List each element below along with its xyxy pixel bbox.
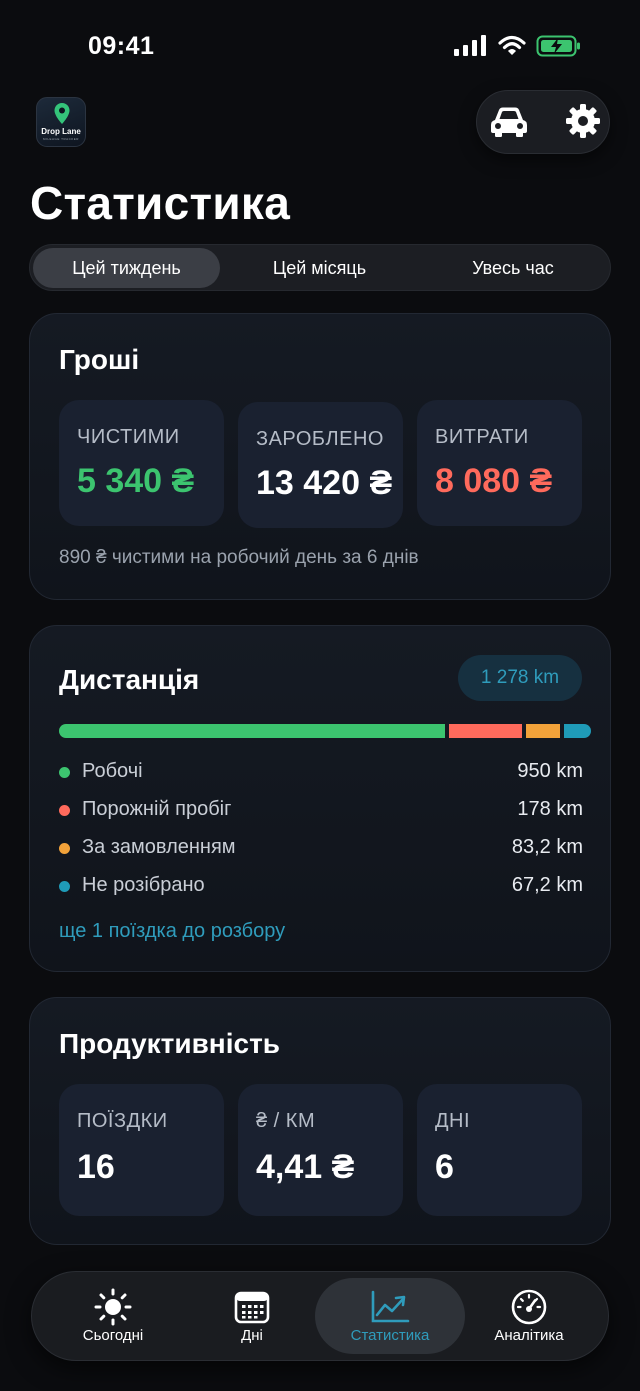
app-logo: Drop Lane MILEAGE TRACKER bbox=[36, 97, 86, 147]
trips-tile: ПОЇЗДКИ 16 bbox=[59, 1084, 224, 1216]
tab-label: Статистика bbox=[350, 1326, 430, 1344]
legend-label: Робочі bbox=[82, 760, 143, 782]
gear-icon bbox=[565, 103, 601, 144]
legend-label: Порожній пробіг bbox=[82, 798, 232, 820]
distance-total-badge: 1 278 km bbox=[458, 655, 582, 701]
expenses-label: ВИТРАТИ bbox=[435, 426, 529, 448]
earned-tile: ЗАРОБЛЕНО 13 420 ₴ bbox=[238, 402, 403, 528]
legend-value: 83,2 km bbox=[511, 836, 583, 858]
money-note: 890 ₴ чистими на робочий день за 6 днів bbox=[59, 547, 419, 568]
logo-name: Drop Lane bbox=[41, 127, 81, 136]
productivity-card: Продуктивність ПОЇЗДКИ 16 ₴ / КМ 4,41 ₴ … bbox=[29, 997, 611, 1245]
distance-bar-working bbox=[59, 724, 446, 738]
tab-today[interactable]: Сьогодні bbox=[50, 1278, 176, 1354]
legend-value: 950 km bbox=[517, 760, 583, 782]
earned-value: 13 420 ₴ bbox=[256, 464, 393, 502]
wifi-icon bbox=[498, 35, 526, 62]
productivity-title: Продуктивність bbox=[59, 1028, 280, 1059]
tab-analytics[interactable]: Аналітика bbox=[466, 1278, 592, 1354]
unsorted-trips-link[interactable]: ще 1 поїздка до розбору bbox=[59, 920, 285, 943]
distance-title: Дистанція bbox=[59, 664, 200, 695]
trips-value: 16 bbox=[77, 1148, 115, 1186]
page-title: Статистика bbox=[30, 177, 291, 229]
distance-bar-on-order bbox=[525, 724, 560, 738]
bottom-tab-bar: Сьогодні Дні Статистика Аналітика bbox=[31, 1271, 609, 1361]
tab-days[interactable]: Дні bbox=[190, 1278, 314, 1354]
calendar-icon bbox=[232, 1289, 272, 1325]
distance-bar-unsorted bbox=[563, 724, 591, 738]
logo-tagline: MILEAGE TRACKER bbox=[43, 137, 79, 141]
header-actions bbox=[476, 90, 610, 154]
net-tile: ЧИСТИМИ 5 340 ₴ bbox=[59, 400, 224, 526]
legend-row-empty-run: Порожній пробіг 178 km bbox=[59, 795, 583, 825]
money-card: Гроші ЧИСТИМИ 5 340 ₴ ЗАРОБЛЕНО 13 420 ₴… bbox=[29, 313, 611, 600]
legend-value: 67,2 km bbox=[511, 874, 583, 896]
earned-label: ЗАРОБЛЕНО bbox=[256, 428, 384, 450]
tab-label: Дні bbox=[241, 1326, 263, 1344]
chart-icon bbox=[370, 1289, 410, 1325]
tab-statistics[interactable]: Статистика bbox=[315, 1278, 465, 1354]
tab-this-month[interactable]: Цей місяць bbox=[226, 248, 413, 288]
days-label: ДНІ bbox=[435, 1110, 471, 1132]
legend-row-unsorted: Не розібрано 67,2 km bbox=[59, 871, 583, 901]
legend-label: За замовленням bbox=[82, 836, 236, 858]
legend-dot bbox=[59, 843, 70, 854]
distance-bar bbox=[59, 724, 591, 738]
net-value: 5 340 ₴ bbox=[77, 462, 195, 500]
per-km-value: 4,41 ₴ bbox=[256, 1148, 355, 1186]
expenses-tile: ВИТРАТИ 8 080 ₴ bbox=[417, 400, 582, 526]
days-value: 6 bbox=[435, 1148, 454, 1186]
net-label: ЧИСТИМИ bbox=[77, 426, 180, 448]
legend-label: Не розібрано bbox=[82, 874, 205, 896]
legend-row-on-order: За замовленням 83,2 km bbox=[59, 833, 583, 863]
legend-dot bbox=[59, 805, 70, 816]
car-icon bbox=[489, 104, 529, 143]
gauge-icon bbox=[509, 1289, 549, 1325]
trips-label: ПОЇЗДКИ bbox=[77, 1110, 168, 1132]
legend-dot bbox=[59, 767, 70, 778]
per-km-label: ₴ / КМ bbox=[256, 1110, 316, 1132]
legend-row-working: Робочі 950 km bbox=[59, 757, 583, 787]
tab-all-time[interactable]: Увесь час bbox=[419, 248, 607, 288]
tab-this-week[interactable]: Цей тиждень bbox=[33, 248, 220, 288]
status-icons bbox=[454, 34, 582, 63]
distance-bar-empty-run bbox=[449, 724, 522, 738]
sun-icon bbox=[93, 1288, 133, 1325]
status-time: 09:41 bbox=[88, 32, 155, 60]
distance-card: Дистанція 1 278 km Робочі 950 km Порожні… bbox=[29, 625, 611, 972]
money-title: Гроші bbox=[59, 344, 140, 375]
tab-label: Аналітика bbox=[494, 1326, 564, 1344]
vehicle-button[interactable] bbox=[487, 101, 531, 145]
period-segmented-control: Цей тиждень Цей місяць Увесь час bbox=[29, 244, 611, 291]
signal-icon bbox=[454, 35, 488, 62]
tab-label: Сьогодні bbox=[82, 1326, 144, 1344]
legend-dot bbox=[59, 881, 70, 892]
settings-button[interactable] bbox=[561, 101, 605, 145]
battery-icon bbox=[536, 34, 582, 63]
days-tile: ДНІ 6 bbox=[417, 1084, 582, 1216]
legend-value: 178 km bbox=[517, 798, 583, 820]
per-km-tile: ₴ / КМ 4,41 ₴ bbox=[238, 1084, 403, 1216]
status-bar: 09:41 bbox=[0, 0, 640, 92]
expenses-value: 8 080 ₴ bbox=[435, 462, 553, 500]
